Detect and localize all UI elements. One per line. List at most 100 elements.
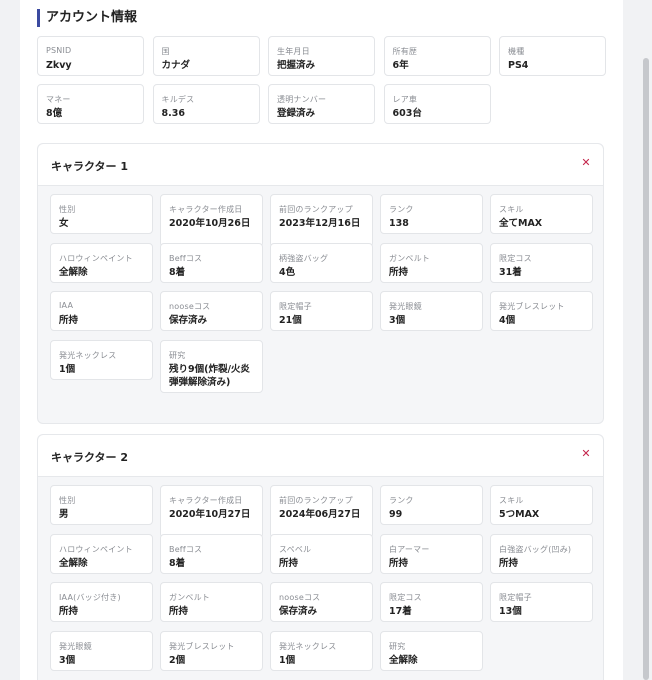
field-value: 所持	[499, 557, 519, 569]
info-field-card: レア車 603台	[383, 84, 491, 124]
field-value: PS4	[508, 60, 529, 71]
field-value: 所持	[59, 606, 79, 617]
field-label: キャラクター作成日	[169, 496, 243, 505]
field-label: ガンベルト	[389, 253, 430, 263]
field-value: 女	[59, 218, 69, 229]
info-field-card: 発光ブレスレット 2個	[160, 630, 263, 671]
field-label: ハロウィンペイント	[59, 544, 133, 554]
info-field-card: スペベル 所持	[270, 533, 373, 574]
field-label: レア車	[392, 95, 418, 104]
info-field-card: 発光ネックレス 1個	[270, 630, 373, 671]
info-field-card: ハロウィンペイント 全解除	[50, 533, 153, 574]
info-field-card: 機種 PS4	[499, 36, 606, 76]
info-field-card: ランク 138	[380, 194, 483, 234]
field-label: 発光眼鏡	[59, 641, 92, 651]
field-value: 2020年10月27日	[169, 509, 251, 520]
info-field-card: nooseコス 保存済み	[160, 291, 263, 331]
field-label: 性別	[59, 496, 76, 505]
field-value: Zkvy	[46, 60, 72, 71]
field-label: 白アーマー	[389, 544, 430, 554]
field-value: 8億	[46, 108, 63, 119]
info-field-card: 研究残り9個(炸裂/火炎弾弾解除済み)	[160, 339, 263, 393]
info-field-card: キャラクター作成日 2020年10月27日	[160, 485, 263, 538]
field-label: 発光ブレスレット	[169, 641, 235, 651]
field-label: nooseコス	[169, 302, 211, 311]
field-label: 発光ネックレス	[59, 350, 117, 360]
info-field-card: 白アーマー 所持	[380, 533, 483, 574]
field-label: キャラクター作成日	[169, 205, 243, 214]
field-label: 白強盗バッグ(凹み)	[499, 544, 572, 554]
field-label: 限定帽子	[279, 302, 312, 311]
info-field-card: 限定コス 17着	[380, 582, 483, 622]
info-field-card: 透明ナンバー 登録済み	[268, 84, 375, 124]
field-value: 3個	[389, 315, 406, 326]
character-header: キャラクター 2 ✕	[38, 435, 603, 477]
field-value: 所持	[389, 266, 409, 278]
field-value: 603台	[392, 108, 422, 119]
field-value: 全てMAX	[499, 218, 543, 229]
info-field-card: IAA 所持	[50, 291, 153, 331]
info-field-card: ガンベルト 所持	[380, 242, 483, 283]
info-field-card: 発光ブレスレット 4個	[490, 291, 593, 331]
info-field-card: 柄強盗バッグ 4色	[270, 242, 373, 283]
info-field-card: Beffコス 8着	[160, 242, 263, 283]
field-label: 発光眼鏡	[389, 302, 422, 311]
field-value: 所持	[389, 557, 409, 569]
info-field-card: nooseコス 保存済み	[270, 582, 373, 622]
field-label: 限定コス	[389, 593, 422, 602]
info-field-card: Beffコス 8着	[160, 533, 263, 574]
field-value: 99	[389, 509, 403, 520]
field-value: 残り9個(炸裂/火炎弾弾解除済み)	[169, 363, 250, 388]
field-value: 13個	[499, 606, 522, 617]
scrollbar[interactable]	[643, 58, 649, 680]
field-label: 研究	[169, 350, 186, 360]
field-label: 限定コス	[499, 253, 532, 263]
field-value: 保存済み	[169, 315, 208, 326]
field-value: 4個	[499, 315, 516, 326]
field-label: 国	[161, 47, 170, 56]
info-field-card: マネー 8億	[37, 84, 144, 124]
field-value: 21個	[279, 315, 302, 326]
info-field-card: ガンベルト 所持	[160, 582, 263, 622]
character-card-2: キャラクター 2 ✕ 性別男 キャラクター作成日 2020年10月27日 前回のランク…	[37, 434, 604, 680]
field-label: 機種	[508, 47, 525, 56]
field-label: 発光ブレスレット	[499, 302, 565, 311]
info-field-card: 性別女	[50, 194, 153, 234]
info-field-card: ランク 99	[380, 485, 483, 525]
field-label: マネー	[46, 95, 71, 104]
character-title: キャラクター 1	[51, 160, 129, 173]
info-field-card: 発光ネックレス 1個	[50, 339, 153, 380]
info-field-card: 前回のランクアップ 2023年12月16日	[270, 194, 373, 247]
field-label: Beffコス	[169, 253, 203, 263]
field-value: 男	[59, 509, 69, 520]
field-label: スペベル	[279, 544, 312, 554]
field-value: 2023年12月16日	[279, 218, 361, 229]
field-label: 透明ナンバー	[277, 95, 327, 104]
field-label: 前回のランクアップ	[279, 205, 353, 214]
info-field-card: PSNID Zkvy	[37, 36, 144, 76]
field-label: ハロウィンペイント	[59, 253, 133, 263]
field-label: 性別	[59, 205, 76, 214]
field-value: 4色	[279, 266, 296, 278]
field-label: 発光ネックレス	[279, 641, 337, 651]
info-field-card: IAA(バッジ付き) 所持	[50, 582, 153, 622]
info-field-card: 限定帽子 13個	[490, 582, 593, 622]
close-icon[interactable]: ✕	[581, 157, 591, 168]
info-field-card: キルデス 8.36	[152, 84, 260, 124]
field-value: 3個	[59, 654, 76, 666]
info-field-card: スキル 5つMAX	[490, 485, 593, 525]
field-value: 17着	[389, 606, 412, 617]
field-value: 全解除	[59, 266, 88, 278]
field-value: 8.36	[161, 108, 185, 119]
info-field-card: 研究 全解除	[380, 630, 483, 671]
field-label: スキル	[499, 205, 524, 214]
info-field-card: 発光眼鏡 3個	[380, 291, 483, 331]
field-value: 登録済み	[277, 108, 316, 119]
info-field-card: 発光眼鏡 3個	[50, 630, 153, 671]
info-field-card: ハロウィンペイント 全解除	[50, 242, 153, 283]
close-icon[interactable]: ✕	[581, 448, 591, 459]
field-label: IAA(バッジ付き)	[59, 593, 121, 602]
field-label: IAA	[59, 301, 74, 310]
field-label: ランク	[389, 496, 414, 505]
info-field-card: 所有歴 6年	[383, 36, 491, 76]
